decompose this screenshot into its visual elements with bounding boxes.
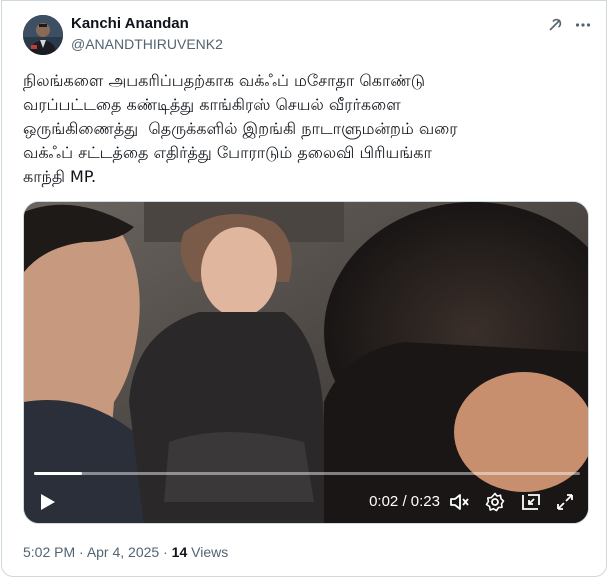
header-actions — [544, 15, 594, 35]
avatar[interactable] — [23, 15, 63, 55]
duration: 0:23 — [410, 493, 440, 510]
tweet-date[interactable]: Apr 4, 2025 — [87, 544, 159, 560]
avatar-photo-icon — [23, 15, 63, 55]
tweet-card: Kanchi Anandan @ANANDTHIRUVENK2 நிலங்களை… — [1, 0, 607, 577]
meta-separator: · — [159, 544, 172, 560]
views-label: Views — [187, 544, 229, 560]
video-progress-fill — [34, 472, 82, 475]
video-player[interactable]: 0:02 / 0:23 — [23, 201, 589, 524]
time-separator: / — [398, 493, 411, 510]
more-options-icon[interactable] — [572, 15, 594, 35]
tweet-time[interactable]: 5:02 PM — [23, 544, 75, 560]
video-progress-bar[interactable] — [34, 472, 580, 475]
meta-separator: · — [75, 544, 87, 560]
settings-icon[interactable] — [484, 491, 506, 513]
fullscreen-icon[interactable] — [554, 491, 576, 513]
video-time: 0:02 / 0:23 — [369, 493, 440, 510]
video-controls: 0:02 / 0:23 — [24, 485, 588, 519]
volume-muted-icon[interactable] — [448, 491, 470, 513]
video-frame — [24, 202, 588, 523]
play-icon[interactable] — [36, 491, 58, 513]
views-count: 14 — [171, 544, 188, 560]
picture-in-picture-icon[interactable] — [520, 491, 542, 513]
tweet-text: நிலங்களை அபகரிப்பதற்காக வக்ஃப் மசோதா கொண… — [23, 71, 458, 186]
current-time: 0:02 — [369, 493, 399, 510]
tweet-meta: 5:02 PM · Apr 4, 2025 · 14 Views — [23, 544, 228, 560]
author-handle[interactable]: @ANANDTHIRUVENK2 — [71, 36, 223, 52]
author-name[interactable]: Kanchi Anandan — [71, 15, 189, 32]
grok-icon[interactable] — [544, 15, 566, 35]
